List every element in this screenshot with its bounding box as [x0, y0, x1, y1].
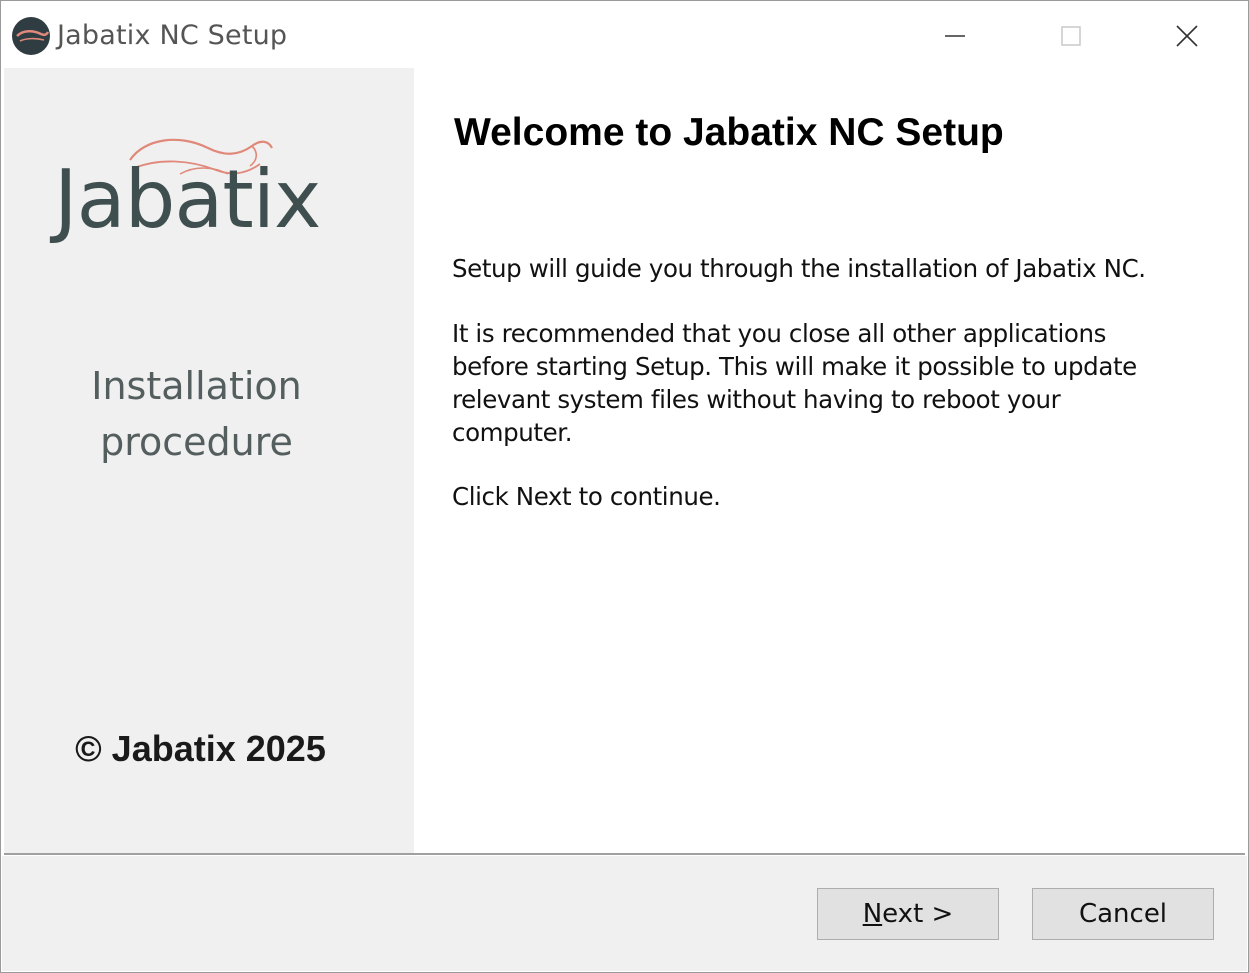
procedure-line-1: Installation — [91, 364, 302, 408]
close-icon — [1176, 25, 1198, 47]
recommendation-paragraph: It is recommended that you close all oth… — [452, 319, 1137, 447]
intro-paragraph: Setup will guide you through the install… — [452, 254, 1146, 283]
next-mnemonic: N — [862, 899, 883, 929]
window-title: Jabatix NC Setup — [57, 20, 288, 51]
maximize-button[interactable] — [1038, 10, 1104, 62]
title-bar[interactable]: Jabatix NC Setup — [2, 2, 1247, 68]
close-button[interactable] — [1154, 10, 1220, 62]
minimize-button[interactable] — [922, 10, 988, 62]
procedure-line-2: procedure — [100, 420, 293, 464]
next-button[interactable]: Next > — [817, 888, 999, 940]
logo-wordmark: Jabatix — [54, 153, 321, 246]
side-banner: Jabatix Installation procedure © Jabatix… — [4, 68, 414, 853]
jabatix-app-icon — [11, 16, 51, 56]
continue-instruction: Click Next to continue. — [452, 482, 721, 511]
minimize-icon — [945, 35, 965, 37]
maximize-icon — [1061, 26, 1081, 46]
jabatix-logo: Jabatix — [50, 130, 350, 260]
button-bar: Next > Cancel — [2, 856, 1247, 971]
installation-procedure-label: Installation procedure — [4, 358, 389, 470]
copyright-label: © Jabatix 2025 — [75, 728, 326, 769]
page-title: Welcome to Jabatix NC Setup — [454, 111, 1004, 154]
next-label: ext > — [882, 899, 954, 929]
welcome-panel: Welcome to Jabatix NC Setup Setup will g… — [414, 68, 1247, 853]
cancel-button[interactable]: Cancel — [1032, 888, 1214, 940]
setup-window: Jabatix NC Setup Jabatix Installation pr… — [0, 0, 1249, 973]
